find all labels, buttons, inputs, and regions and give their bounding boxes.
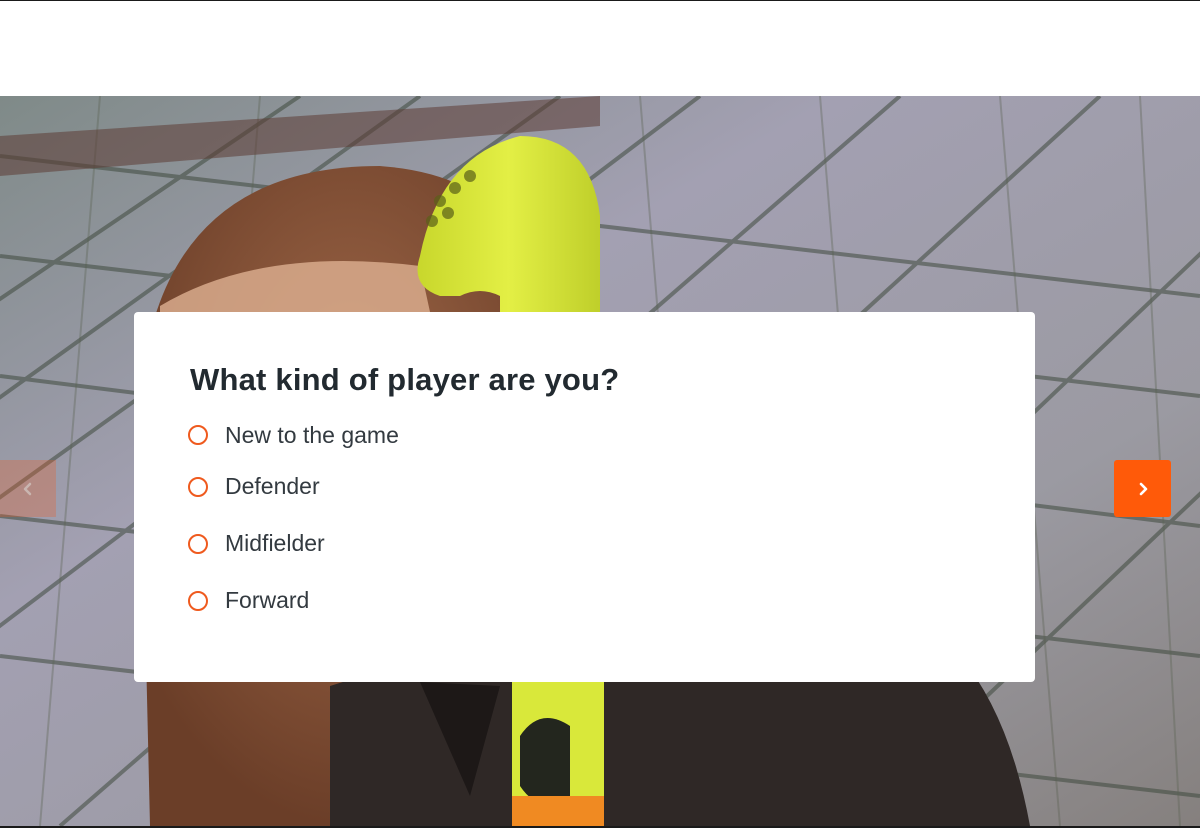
answer-options: New to the game Defender Midfielder Forw… <box>188 412 1035 629</box>
option-label: Defender <box>225 473 320 499</box>
chevron-left-icon <box>23 482 31 495</box>
option-label: Forward <box>225 587 310 613</box>
page-header <box>0 1 1200 96</box>
option-midfielder[interactable]: Midfielder <box>188 515 1035 572</box>
radio-button[interactable] <box>188 425 208 445</box>
option-new-to-the-game[interactable]: New to the game <box>188 412 1035 458</box>
radio-button[interactable] <box>188 590 208 611</box>
option-label: Midfielder <box>225 530 325 556</box>
radio-button[interactable] <box>188 476 208 497</box>
radio-button[interactable] <box>188 533 208 554</box>
option-label: New to the game <box>225 421 399 448</box>
option-forward[interactable]: Forward <box>188 572 1035 629</box>
quiz-question: What kind of player are you? <box>190 362 620 397</box>
chevron-right-icon <box>1139 482 1147 495</box>
next-button[interactable] <box>1114 460 1171 517</box>
option-defender[interactable]: Defender <box>188 458 1035 515</box>
quiz-card: What kind of player are you? New to the … <box>134 312 1035 682</box>
previous-button[interactable] <box>0 460 56 517</box>
